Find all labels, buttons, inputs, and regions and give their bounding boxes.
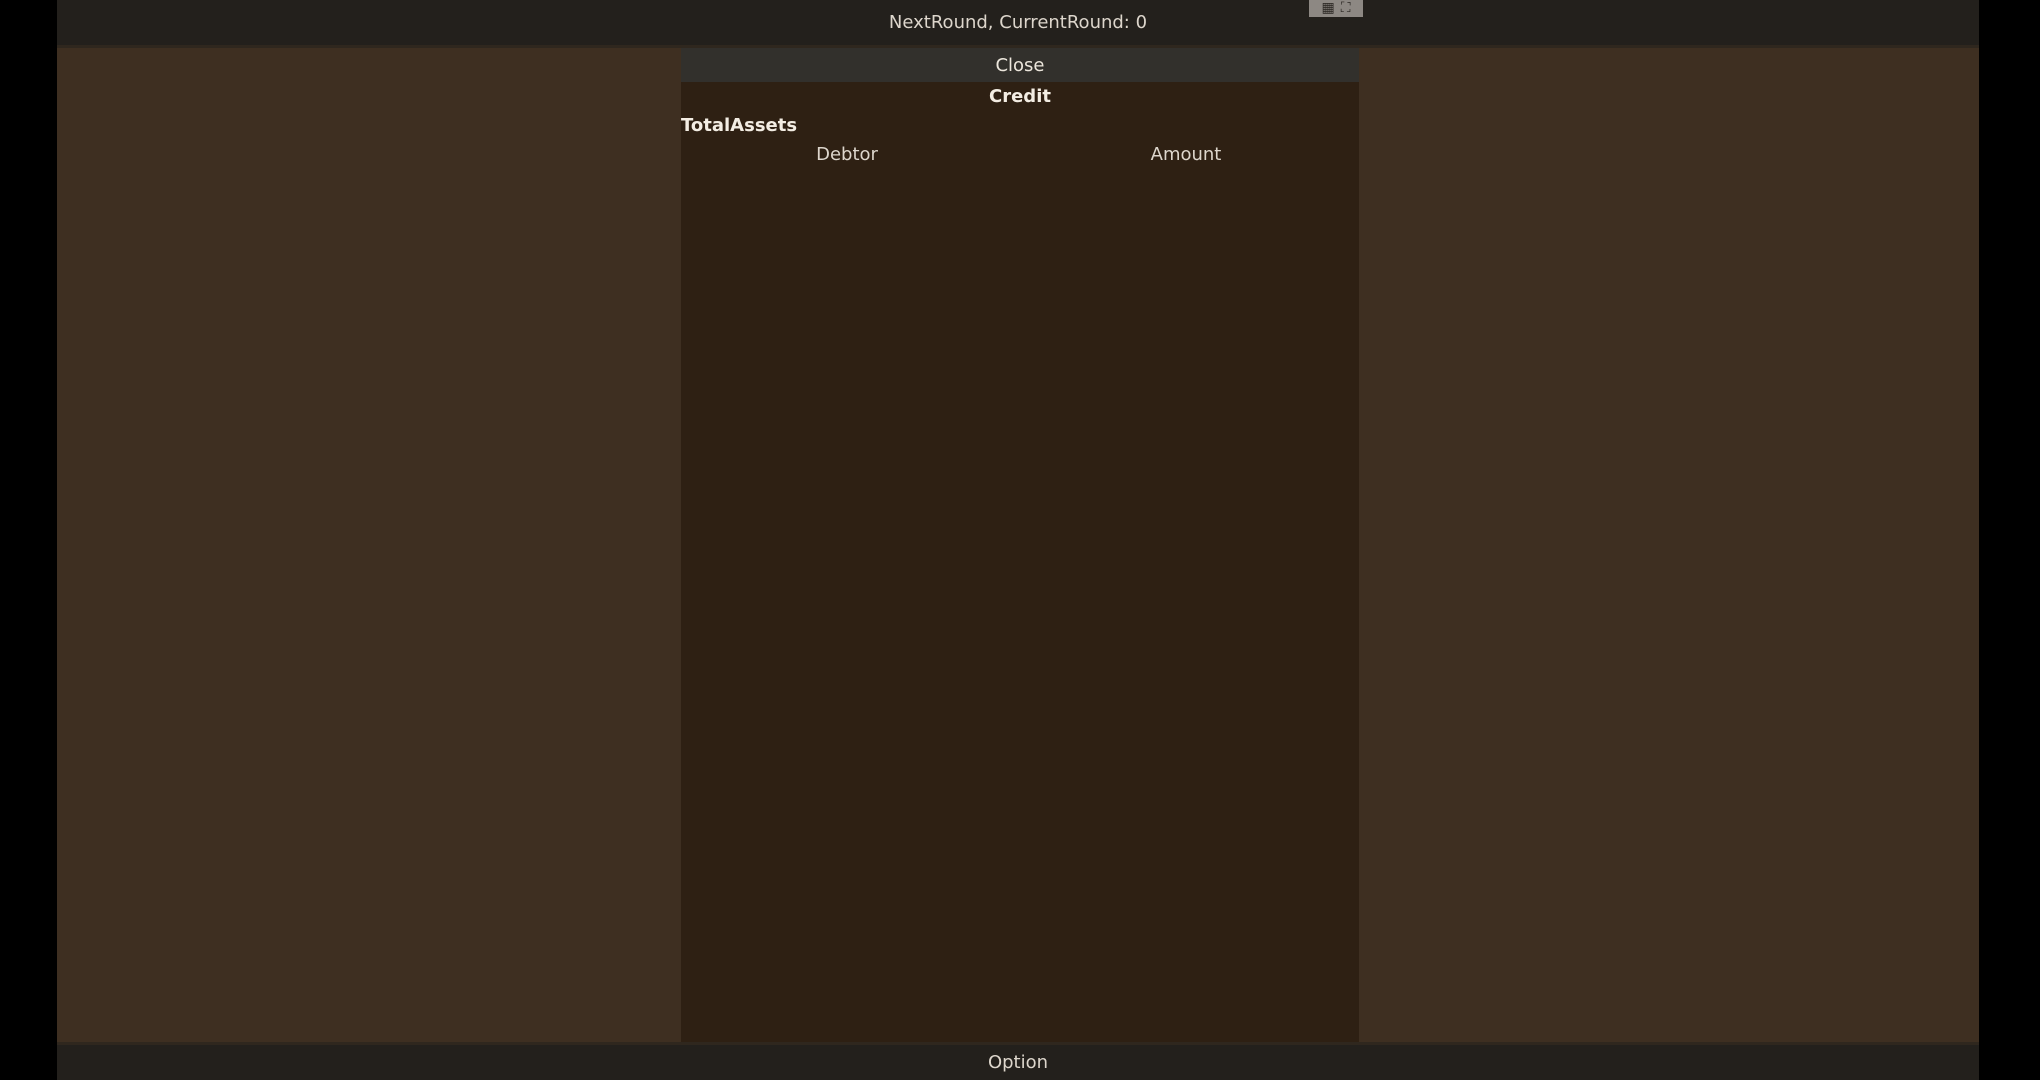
option-label: Option xyxy=(987,1052,1049,1073)
window-controls[interactable]: ▦ ⛶ xyxy=(1309,0,1363,17)
game-screen: NextRound, CurrentRound: 0 ▦ ⛶ Close Cre… xyxy=(57,0,1979,1080)
column-header-debtor: Debtor xyxy=(816,144,878,165)
grid-icon[interactable]: ▦ xyxy=(1321,0,1334,17)
top-status-bar: NextRound, CurrentRound: 0 xyxy=(57,0,1979,48)
credit-panel: Close Credit TotalAssets Debtor Amount xyxy=(681,48,1359,1042)
total-assets-label: TotalAssets xyxy=(681,115,798,136)
panel-title: Credit xyxy=(989,86,1051,107)
round-status-text: NextRound, CurrentRound: 0 xyxy=(888,12,1148,33)
fullscreen-icon[interactable]: ⛶ xyxy=(1341,0,1351,17)
column-header-amount: Amount xyxy=(1150,144,1222,165)
close-button[interactable]: Close xyxy=(681,48,1359,82)
option-button[interactable]: Option xyxy=(57,1042,1979,1080)
